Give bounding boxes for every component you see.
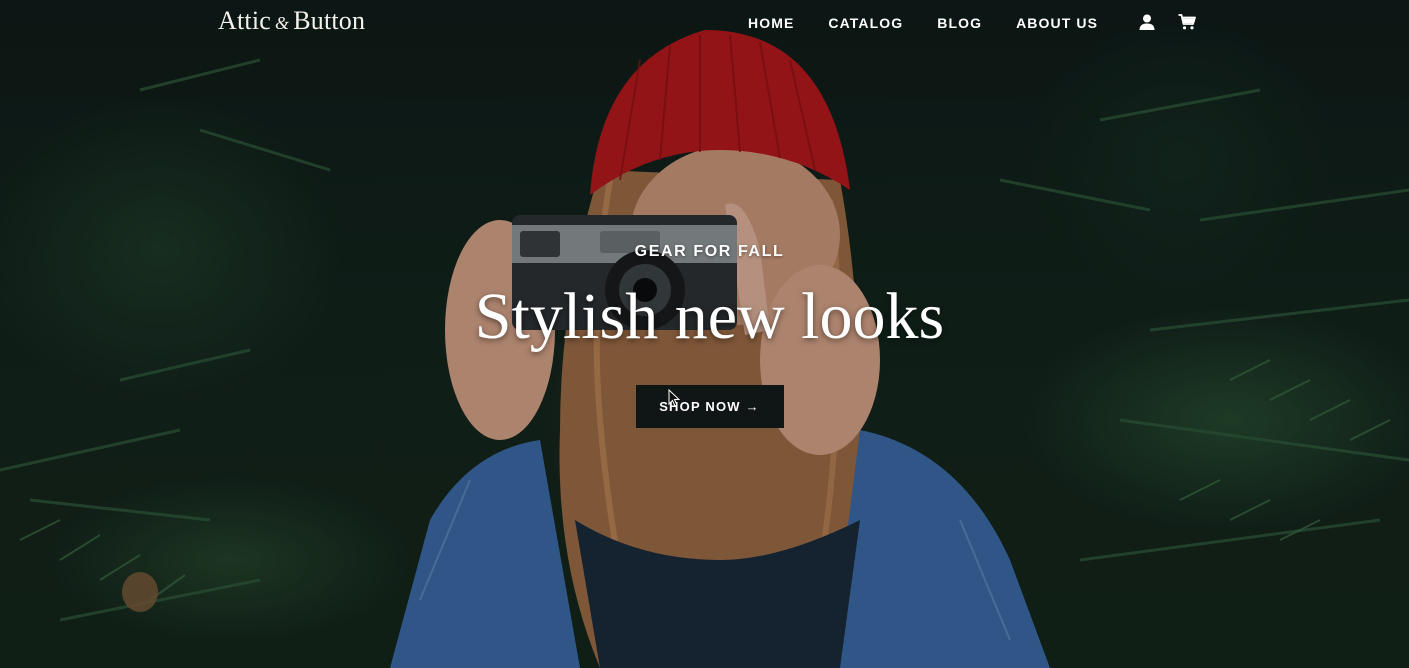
hero-content: GEAR FOR FALL Stylish new looks SHOP NOW…: [0, 243, 1409, 428]
cart-icon[interactable]: [1178, 13, 1196, 31]
main-nav: HOME CATALOG BLOG ABOUT US: [748, 15, 1098, 31]
nav-about-us[interactable]: ABOUT US: [1016, 15, 1098, 31]
logo-ampersand: &: [275, 13, 290, 33]
nav-blog[interactable]: BLOG: [937, 15, 982, 31]
logo-word-button: Button: [293, 6, 366, 35]
logo-word-attic: Attic: [218, 6, 271, 35]
header-icons: [1138, 13, 1196, 31]
account-icon[interactable]: [1138, 13, 1156, 31]
hero-eyebrow: GEAR FOR FALL: [634, 243, 785, 260]
shop-now-button[interactable]: SHOP NOW →: [635, 385, 784, 428]
hero-headline: Stylish new looks: [474, 280, 945, 353]
site-header: Attic & Button HOME CATALOG BLOG ABOUT US: [0, 0, 1409, 50]
logo[interactable]: Attic & Button: [218, 6, 365, 36]
mouse-cursor-icon: [668, 389, 680, 407]
nav-home[interactable]: HOME: [748, 15, 794, 31]
hero-banner: Attic & Button HOME CATALOG BLOG ABOUT US …: [0, 0, 1409, 668]
nav-catalog[interactable]: CATALOG: [828, 15, 903, 31]
